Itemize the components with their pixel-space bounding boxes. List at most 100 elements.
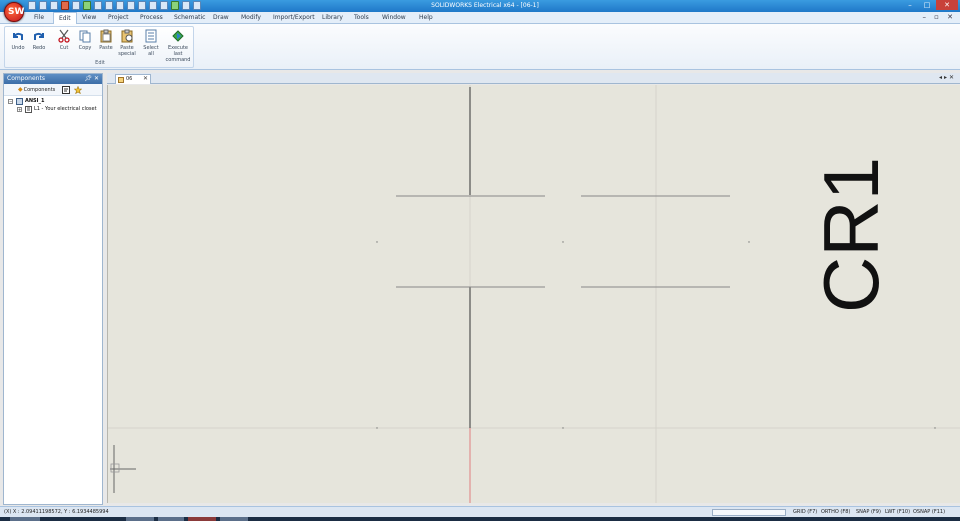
- tree-item-root[interactable]: − ANSI_1: [6, 98, 100, 106]
- grid-icon[interactable]: [138, 1, 146, 10]
- status-bar: (X) X : 2.09411198572, Y : 6.1934485994 …: [0, 506, 960, 517]
- print-icon[interactable]: [72, 1, 80, 10]
- close-icon[interactable]: ✕: [936, 0, 958, 10]
- progress-bar: [712, 509, 786, 516]
- select-all-button[interactable]: Select all: [140, 29, 162, 57]
- grid-dot: [934, 427, 936, 429]
- filter-icon[interactable]: [62, 86, 70, 94]
- menu-view[interactable]: View: [82, 14, 96, 21]
- tab-close-icon[interactable]: ✕: [143, 75, 148, 82]
- window-controls: – □ ✕: [902, 0, 958, 10]
- taskbar-item[interactable]: [10, 517, 40, 521]
- ribbon: Undo Redo Cut Copy Paste Paste special S…: [0, 24, 960, 70]
- pin-icon[interactable]: 📌︎: [84, 75, 92, 82]
- execute-last-command-button[interactable]: Execute last command: [163, 29, 193, 63]
- grid-dot: [748, 241, 750, 243]
- menu-import-export[interactable]: Import/Export: [273, 14, 315, 21]
- pages-icon[interactable]: [127, 1, 135, 10]
- osnap-toggle[interactable]: OSNAP (F11): [913, 509, 945, 515]
- component-label: CR1: [807, 157, 895, 313]
- taskbar-item[interactable]: [188, 517, 216, 521]
- tree-item-label: ANSI_1: [25, 98, 45, 104]
- copy-icon: [78, 29, 92, 43]
- project-manager-icon[interactable]: [83, 1, 91, 10]
- library-icon[interactable]: [182, 1, 190, 10]
- paste-special-button[interactable]: Paste special: [116, 29, 138, 57]
- select-all-icon: [144, 29, 158, 43]
- title-bar: SOLIDWORKS Electrical x64 - [06-1] – □ ✕: [0, 0, 960, 12]
- grid-toggle[interactable]: GRID (F7): [793, 509, 817, 515]
- components-panel: Components 📌︎ ✕ Components − ANSI_1 + L1…: [3, 73, 103, 505]
- ribbon-group-edit: Undo Redo Cut Copy Paste Paste special S…: [4, 26, 194, 68]
- execute-icon: [171, 29, 185, 43]
- ortho-toggle[interactable]: ORTHO (F8): [821, 509, 850, 515]
- star-icon[interactable]: [73, 85, 83, 95]
- lwt-toggle[interactable]: LWT (F10): [885, 509, 910, 515]
- document-tab[interactable]: 06 ✕: [115, 74, 151, 84]
- copy-button[interactable]: Copy: [74, 29, 96, 51]
- help-icon[interactable]: [193, 1, 201, 10]
- collapse-icon[interactable]: −: [8, 99, 13, 104]
- ucs-box: [110, 463, 120, 473]
- expand-icon[interactable]: +: [17, 107, 22, 112]
- menu-modify[interactable]: Modify: [241, 14, 261, 21]
- menu-window[interactable]: Window: [382, 14, 406, 21]
- panel-close-icon[interactable]: ✕: [94, 75, 99, 82]
- snap-toggle[interactable]: SNAP (F9): [856, 509, 881, 515]
- menu-edit[interactable]: Edit: [53, 12, 77, 24]
- menu-schematic[interactable]: Schematic: [174, 14, 205, 21]
- menu-bar: File Edit View Project Process Schematic…: [0, 12, 960, 24]
- save-icon[interactable]: [50, 1, 58, 10]
- open-icon[interactable]: [39, 1, 47, 10]
- maximize-icon[interactable]: □: [919, 0, 935, 10]
- menu-library[interactable]: Library: [322, 14, 343, 21]
- menu-help[interactable]: Help: [419, 14, 433, 21]
- app-logo[interactable]: SW: [4, 2, 24, 22]
- components-tree: − ANSI_1 + L1 - Your electrical closet: [4, 96, 102, 116]
- menu-project[interactable]: Project: [108, 14, 129, 21]
- menu-draw[interactable]: Draw: [213, 14, 229, 21]
- redo-quick-icon[interactable]: [105, 1, 113, 10]
- clipboard-icon: [99, 29, 113, 43]
- undo-quick-icon[interactable]: [94, 1, 102, 10]
- document-tab-label: 06: [126, 76, 133, 82]
- schematic-drawing: CR1: [108, 85, 960, 503]
- tree-item-location[interactable]: + L1 - Your electrical closet: [6, 106, 100, 114]
- search-icon[interactable]: [149, 1, 157, 10]
- document-icon: [118, 77, 124, 83]
- menu-tools[interactable]: Tools: [354, 14, 369, 21]
- drawing-canvas[interactable]: CR1: [107, 85, 960, 503]
- taskbar-item[interactable]: [126, 517, 154, 521]
- project-icon: [16, 98, 23, 105]
- scissors-icon: [57, 29, 71, 43]
- settings-icon[interactable]: [160, 1, 168, 10]
- new-icon[interactable]: [28, 1, 36, 10]
- menu-process[interactable]: Process: [140, 14, 163, 21]
- document-icon[interactable]: [116, 1, 124, 10]
- components-toolbar-button[interactable]: Components: [18, 86, 56, 93]
- ribbon-group-label: Edit: [95, 60, 105, 66]
- close-project-icon[interactable]: [61, 1, 69, 10]
- panel-title: Components: [7, 75, 45, 82]
- paste-button[interactable]: Paste: [95, 29, 117, 51]
- cut-button[interactable]: Cut: [53, 29, 75, 51]
- document-tab-bar: 06 ✕ ◂▸✕: [107, 73, 960, 84]
- panel-header: Components 📌︎ ✕: [4, 74, 102, 84]
- paste-special-icon: [120, 29, 134, 43]
- taskbar: [0, 517, 960, 521]
- undo-button[interactable]: Undo: [7, 29, 29, 51]
- tree-item-label: L1 - Your electrical closet: [34, 106, 97, 112]
- redo-button[interactable]: Redo: [28, 29, 50, 51]
- taskbar-item[interactable]: [220, 517, 248, 521]
- menu-file[interactable]: File: [34, 14, 44, 21]
- run-icon[interactable]: [171, 1, 179, 10]
- taskbar-item[interactable]: [158, 517, 184, 521]
- grid-dot: [376, 241, 378, 243]
- minimize-icon[interactable]: –: [902, 0, 918, 10]
- tab-navigation[interactable]: ◂▸✕: [939, 74, 956, 81]
- cursor-coordinates: (X) X : 2.09411198572, Y : 6.1934485994: [4, 509, 109, 515]
- redo-icon: [32, 29, 46, 43]
- panel-toolbar: Components: [4, 84, 102, 96]
- mdi-controls[interactable]: – ▫ ✕: [922, 13, 956, 21]
- grid-dot: [376, 427, 378, 429]
